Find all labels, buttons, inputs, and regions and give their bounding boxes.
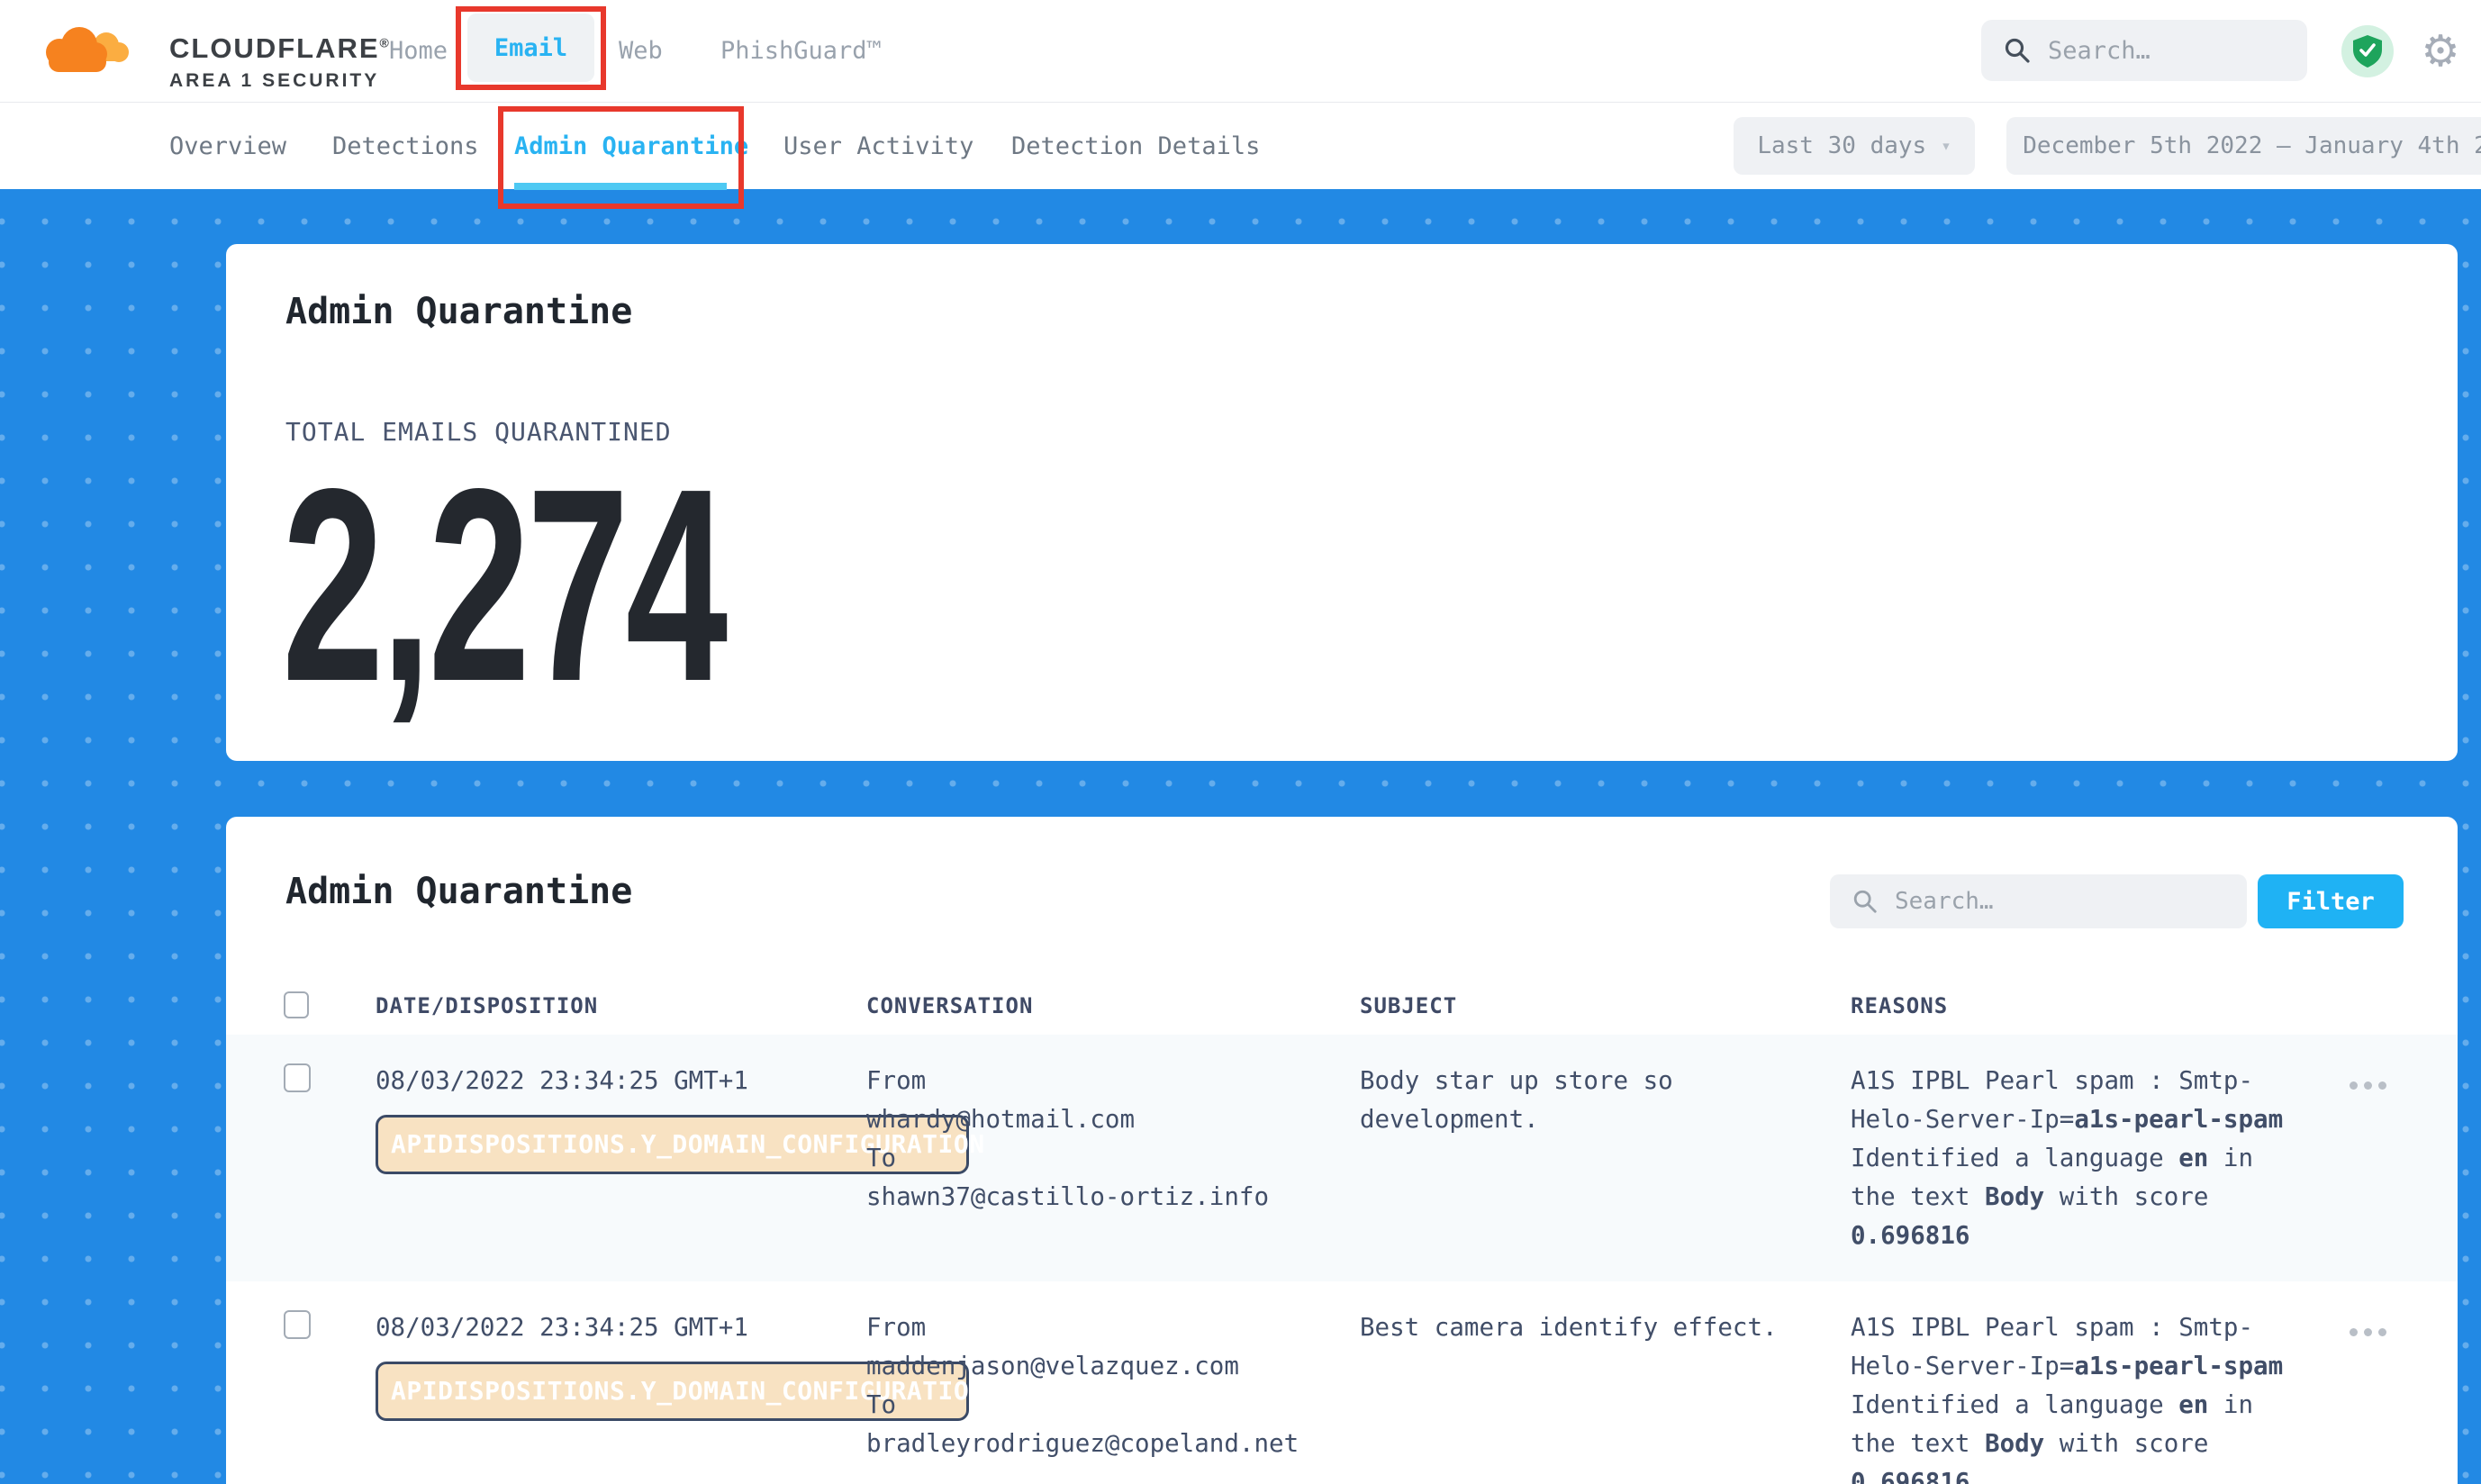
select-all-checkbox[interactable] bbox=[284, 991, 309, 1018]
email-sub-nav: Overview Detections Admin Quarantine Use… bbox=[0, 102, 2481, 189]
brand-subtitle: AREA 1 SECURITY bbox=[169, 70, 391, 92]
active-tab-indicator bbox=[514, 183, 727, 190]
row-reasons: A1S IPBL Pearl spam : Smtp-Helo-Server-I… bbox=[1851, 1062, 2295, 1255]
from-address: whardy@hotmail.com bbox=[866, 1100, 1269, 1139]
nav-home[interactable]: Home bbox=[389, 0, 448, 102]
brand-text: CLOUDFLARE® AREA 1 SECURITY bbox=[169, 32, 391, 92]
row-checkbox[interactable] bbox=[284, 1063, 311, 1092]
row-actions-menu[interactable] bbox=[2350, 1081, 2386, 1090]
nav-phishguard[interactable]: PhishGuard™ bbox=[720, 0, 882, 102]
tab-user-activity[interactable]: User Activity bbox=[783, 103, 973, 190]
row-date: 08/03/2022 23:34:25 GMT+1 bbox=[376, 1062, 748, 1100]
cloudflare-cloud-icon bbox=[32, 14, 133, 90]
total-quarantined-value: 2,274 bbox=[282, 448, 724, 722]
col-conversation: CONVERSATION bbox=[866, 977, 1033, 1035]
row-checkbox[interactable] bbox=[284, 1310, 311, 1339]
row-reasons: A1S IPBL Pearl spam : Smtp-Helo-Server-I… bbox=[1851, 1308, 2295, 1484]
to-address: bradleyrodriguez@copeland.net bbox=[866, 1425, 1299, 1463]
cloudflare-logo[interactable]: CLOUDFLARE® AREA 1 SECURITY bbox=[32, 11, 357, 92]
global-search-input[interactable] bbox=[2048, 37, 2277, 65]
table-row[interactable]: 08/03/2022 23:34:25 GMT+1 APIDISPOSITION… bbox=[226, 1281, 2458, 1484]
area1-dashboard: CLOUDFLARE® AREA 1 SECURITY Home Email W… bbox=[0, 0, 2481, 1484]
col-date-disposition: DATE/DISPOSITION bbox=[376, 977, 598, 1035]
nav-web[interactable]: Web bbox=[619, 0, 663, 102]
table-search-input[interactable] bbox=[1895, 888, 2191, 915]
tab-detection-details[interactable]: Detection Details bbox=[1011, 103, 1260, 190]
col-subject: SUBJECT bbox=[1360, 977, 1457, 1035]
protection-status-badge[interactable] bbox=[2341, 25, 2394, 77]
table-header: DATE/DISPOSITION CONVERSATION SUBJECT RE… bbox=[226, 977, 2458, 1035]
date-range-display[interactable]: December 5th 2022 — January 4th 2023 bbox=[2006, 117, 2481, 175]
quarantine-summary-card: Admin Quarantine TOTAL EMAILS QUARANTINE… bbox=[226, 244, 2458, 761]
chevron-down-icon: ▾ bbox=[1941, 136, 1951, 156]
from-label: From bbox=[866, 1308, 1299, 1347]
summary-card-title: Admin Quarantine bbox=[285, 291, 632, 332]
to-label: To bbox=[866, 1386, 1299, 1425]
row-conversation: From maddenjason@velazquez.com To bradle… bbox=[866, 1308, 1299, 1463]
tab-detections[interactable]: Detections bbox=[332, 103, 479, 190]
time-range-dropdown[interactable]: Last 30 days ▾ bbox=[1734, 117, 1975, 175]
row-subject: Body star up store so development. bbox=[1360, 1062, 1783, 1139]
row-subject: Best camera identify effect. bbox=[1360, 1308, 1783, 1347]
tab-overview[interactable]: Overview bbox=[169, 103, 286, 190]
to-label: To bbox=[866, 1139, 1269, 1178]
row-conversation: From whardy@hotmail.com To shawn37@casti… bbox=[866, 1062, 1269, 1217]
quarantine-table-card: Admin Quarantine Filter DATE/DISPOSITION… bbox=[226, 817, 2458, 1484]
tab-admin-quarantine[interactable]: Admin Quarantine bbox=[514, 103, 748, 190]
search-icon bbox=[1852, 888, 1879, 915]
from-label: From bbox=[866, 1062, 1269, 1100]
filter-button[interactable]: Filter bbox=[2258, 874, 2404, 928]
row-actions-menu[interactable] bbox=[2350, 1328, 2386, 1336]
nav-email[interactable]: Email bbox=[467, 14, 594, 82]
table-row[interactable]: 08/03/2022 23:34:25 GMT+1 APIDISPOSITION… bbox=[226, 1035, 2458, 1281]
global-search[interactable] bbox=[1981, 20, 2307, 81]
table-card-title: Admin Quarantine bbox=[285, 871, 632, 912]
to-address: shawn37@castillo-ortiz.info bbox=[866, 1178, 1269, 1217]
settings-gear-icon[interactable]: ⚙ bbox=[2413, 0, 2467, 102]
table-search[interactable] bbox=[1830, 874, 2247, 928]
row-date: 08/03/2022 23:34:25 GMT+1 bbox=[376, 1308, 748, 1347]
search-icon bbox=[2003, 36, 2032, 65]
from-address: maddenjason@velazquez.com bbox=[866, 1347, 1299, 1386]
col-reasons: REASONS bbox=[1851, 977, 1948, 1035]
brand-name: CLOUDFLARE® bbox=[169, 32, 391, 65]
shield-check-icon bbox=[2352, 34, 2383, 68]
top-bar: CLOUDFLARE® AREA 1 SECURITY Home Email W… bbox=[0, 0, 2481, 102]
